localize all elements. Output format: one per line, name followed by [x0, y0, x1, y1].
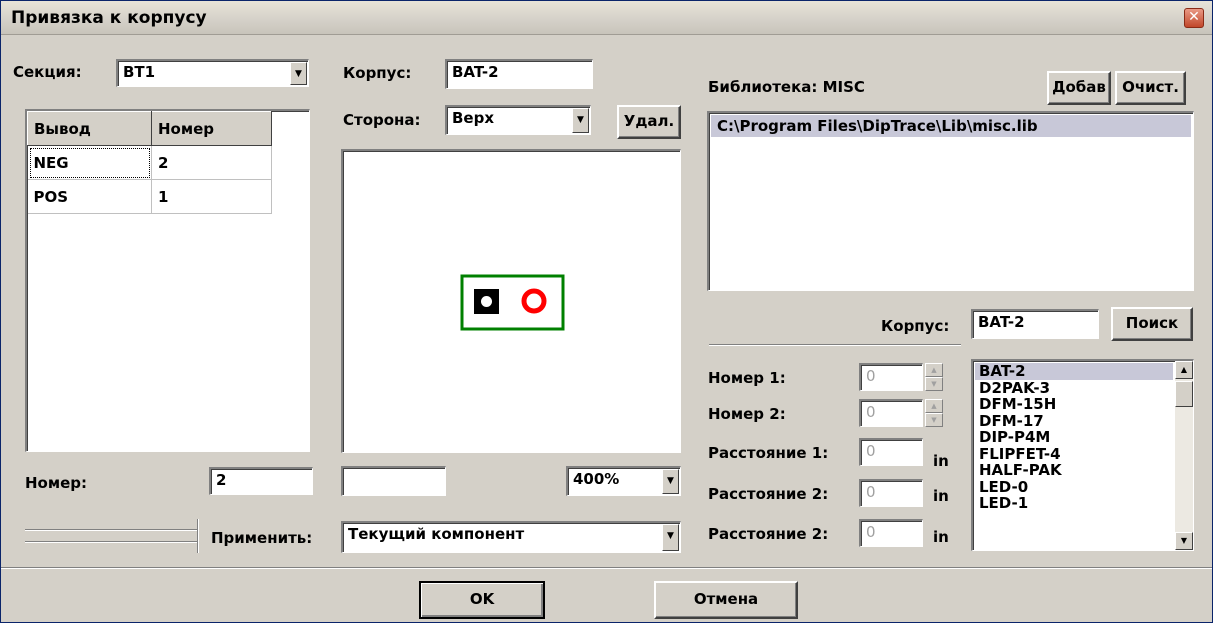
chevron-down-icon[interactable]: ▼ — [662, 469, 679, 494]
search-package-label: Корпус: — [881, 317, 950, 335]
window-title: Привязка к корпусу — [11, 8, 207, 28]
distance1-input[interactable]: 0 — [859, 438, 923, 466]
pin-table: Вывод Номер NEG 2 POS 1 — [25, 109, 310, 452]
distance3-value: 0 — [866, 523, 876, 541]
title-bar[interactable]: Привязка к корпусу ✕ — [1, 1, 1212, 35]
table-row[interactable]: POS 1 — [27, 179, 272, 214]
splitter-handle[interactable] — [197, 519, 199, 553]
list-item[interactable]: C:\Program Files\DipTrace\Lib\misc.lib — [711, 115, 1191, 137]
search-value: BAT-2 — [978, 313, 1025, 331]
scroll-down-icon[interactable]: ▼ — [1175, 532, 1193, 550]
side-label: Сторона: — [343, 111, 421, 129]
distance1-value: 0 — [866, 442, 876, 460]
package-preview[interactable] — [341, 149, 681, 453]
distance2-input[interactable]: 0 — [859, 479, 923, 507]
search-input[interactable]: BAT-2 — [971, 309, 1099, 339]
distance2-unit: in — [933, 487, 949, 505]
library-label: Библиотека: MISC — [708, 78, 865, 96]
delete-button[interactable]: Удал. — [617, 105, 681, 139]
number-value: 2 — [216, 471, 227, 489]
zoom-value: 400% — [573, 470, 620, 488]
separator — [25, 541, 197, 543]
number2-spinner[interactable]: ▲ ▼ — [925, 399, 943, 427]
distance3-label: Расстояние 2: — [708, 525, 829, 543]
pad-1-hole — [481, 296, 492, 307]
section-value: BT1 — [123, 63, 156, 81]
side-select[interactable]: Верх ▼ — [445, 105, 591, 135]
pin-grid: Вывод Номер NEG 2 POS 1 — [27, 111, 272, 214]
package-value: BAT-2 — [452, 63, 499, 81]
list-item[interactable]: LED-1 — [975, 495, 1173, 512]
distance1-label: Расстояние 1: — [708, 444, 829, 462]
table-header-row: Вывод Номер — [27, 111, 272, 146]
list-item[interactable]: DFM-17 — [975, 413, 1173, 430]
add-library-button[interactable]: Добав — [1047, 71, 1111, 105]
spin-down-icon[interactable]: ▼ — [925, 413, 943, 427]
number-label: Номер: — [25, 474, 88, 492]
scroll-up-icon[interactable]: ▲ — [1175, 361, 1193, 379]
list-item[interactable]: D2PAK-3 — [975, 380, 1173, 397]
list-item[interactable]: DFM-15H — [975, 396, 1173, 413]
table-cell[interactable]: 1 — [151, 179, 272, 214]
number1-spinner[interactable]: ▲ ▼ — [925, 363, 943, 391]
list-item[interactable]: LED-0 — [975, 479, 1173, 496]
package-label: Корпус: — [343, 64, 412, 82]
package-input[interactable]: BAT-2 — [445, 59, 593, 89]
library-list[interactable]: C:\Program Files\DipTrace\Lib\misc.lib — [707, 111, 1194, 291]
package-preview-canvas — [460, 274, 565, 331]
table-cell[interactable]: POS — [27, 179, 152, 214]
package-list[interactable]: BAT-2 D2PAK-3 DFM-15H DFM-17 DIP-P4M FLI… — [971, 359, 1194, 551]
apply-value: Текущий компонент — [348, 525, 525, 543]
table-row[interactable]: NEG 2 — [27, 145, 272, 180]
chevron-down-icon[interactable]: ▼ — [662, 524, 679, 551]
footer-separator — [1, 567, 1212, 569]
preview-status-field[interactable] — [341, 466, 446, 496]
apply-label: Применить: — [211, 529, 313, 547]
number2-input[interactable]: 0 — [859, 399, 923, 427]
table-cell[interactable]: 2 — [151, 145, 272, 180]
chevron-down-icon[interactable]: ▼ — [572, 108, 589, 133]
distance3-unit: in — [933, 528, 949, 546]
distance2-label: Расстояние 2: — [708, 485, 829, 503]
separator — [25, 529, 197, 531]
ok-button[interactable]: OK — [419, 581, 545, 619]
package-list-items: BAT-2 D2PAK-3 DFM-15H DFM-17 DIP-P4M FLI… — [975, 363, 1173, 550]
number1-input[interactable]: 0 — [859, 363, 923, 391]
number2-value: 0 — [866, 403, 876, 421]
distance1-unit: in — [933, 452, 949, 470]
chevron-down-icon[interactable]: ▼ — [290, 62, 307, 85]
cancel-button[interactable]: Отмена — [654, 581, 798, 619]
column-header-pin[interactable]: Вывод — [27, 111, 152, 146]
table-cell[interactable]: NEG — [27, 145, 152, 180]
section-label: Секция: — [13, 63, 82, 81]
number2-label: Номер 2: — [708, 405, 786, 423]
list-scrollbar[interactable]: ▲ ▼ — [1175, 361, 1193, 550]
spin-up-icon[interactable]: ▲ — [925, 363, 943, 377]
search-button[interactable]: Поиск — [1111, 307, 1193, 341]
number1-value: 0 — [866, 367, 876, 385]
close-icon[interactable]: ✕ — [1184, 8, 1204, 28]
separator — [709, 344, 961, 346]
spin-down-icon[interactable]: ▼ — [925, 377, 943, 391]
list-item[interactable]: DIP-P4M — [975, 429, 1173, 446]
pad-2 — [521, 288, 547, 314]
list-item[interactable]: FLIPFET-4 — [975, 446, 1173, 463]
number1-label: Номер 1: — [708, 369, 786, 387]
zoom-select[interactable]: 400% ▼ — [566, 466, 681, 496]
spin-up-icon[interactable]: ▲ — [925, 399, 943, 413]
section-select[interactable]: BT1 ▼ — [116, 59, 309, 87]
column-header-number[interactable]: Номер — [151, 111, 272, 146]
list-item[interactable]: HALF-PAK — [975, 462, 1173, 479]
apply-select[interactable]: Текущий компонент ▼ — [341, 521, 681, 553]
side-value: Верх — [452, 109, 495, 127]
number-input[interactable]: 2 — [209, 467, 313, 495]
list-item[interactable]: BAT-2 — [975, 363, 1173, 380]
clear-library-button[interactable]: Очист. — [1115, 71, 1186, 105]
distance3-input[interactable]: 0 — [859, 519, 923, 547]
distance2-value: 0 — [866, 483, 876, 501]
dialog-window: Привязка к корпусу ✕ Секция: BT1 ▼ Вывод… — [0, 0, 1213, 623]
scrollbar-thumb[interactable] — [1175, 381, 1193, 407]
